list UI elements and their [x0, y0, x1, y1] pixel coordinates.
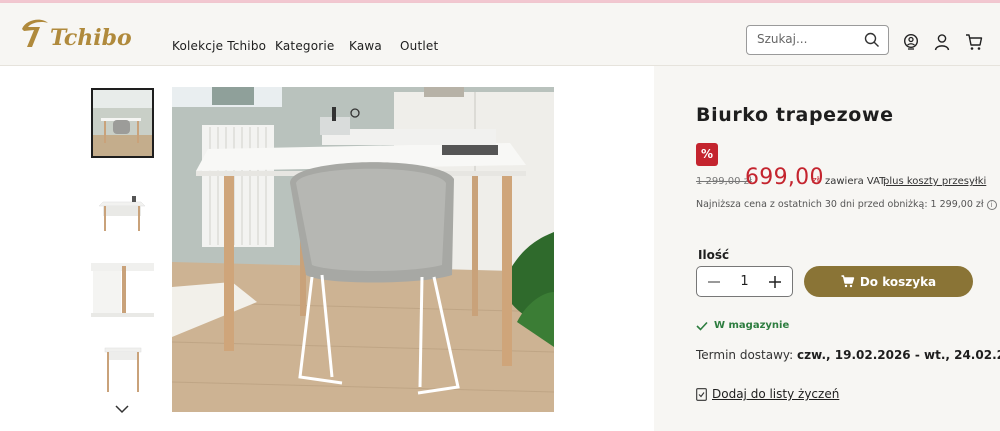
logo-wordmark: Tchibo [50, 25, 132, 51]
lowest-price-text: Najniższa cena z ostatnich 30 dni przed … [696, 199, 984, 210]
account-icon[interactable] [933, 33, 951, 51]
add-to-wishlist-link[interactable]: Dodaj do listy życzeń [696, 387, 839, 401]
thumbnail-2[interactable] [91, 180, 154, 250]
wishlist-label: Dodaj do listy życzeń [712, 387, 840, 401]
nav-item-kolekcje[interactable]: Kolekcje Tchibo [172, 39, 266, 53]
info-icon[interactable]: i [986, 199, 997, 210]
add-to-cart-button[interactable]: Do koszyka [804, 266, 973, 297]
discount-badge: % [696, 143, 718, 166]
tchibo-logo[interactable]: Tchibo [18, 15, 138, 53]
add-to-cart-label: Do koszyka [859, 274, 937, 289]
chevron-down-icon[interactable] [111, 398, 133, 420]
search-input[interactable] [757, 32, 857, 46]
nav-item-outlet[interactable]: Outlet [400, 39, 438, 53]
main-product-image[interactable] [172, 87, 554, 412]
thumbnail-3[interactable] [91, 258, 154, 328]
quantity-label: Ilość [698, 248, 730, 262]
delivery-info: Termin dostawy: czw., 19.02.2026 - wt., … [696, 348, 1000, 362]
product-title: Biurko trapezowe [696, 104, 894, 126]
wishlist-icon [696, 387, 707, 401]
checkmark-icon [696, 321, 708, 331]
stock-status-text: W magazynie [714, 320, 790, 331]
site-header: Tchibo Kolekcje Tchibo Kategorie Kawa Ou… [0, 3, 1000, 66]
shipping-cost-link[interactable]: plus koszty przesyłki [883, 176, 986, 187]
search-box [746, 25, 889, 55]
plus-icon[interactable] [766, 273, 784, 291]
cart-icon[interactable] [965, 33, 983, 51]
vat-text: zawiera VAT [825, 176, 886, 187]
lowest-price-info: Najniższa cena z ostatnich 30 dni przed … [696, 199, 997, 210]
nav-item-kawa[interactable]: Kawa [349, 39, 382, 53]
quantity-stepper: 1 [696, 266, 793, 297]
delivery-label: Termin dostawy: [696, 348, 794, 362]
location-icon[interactable] [902, 33, 920, 51]
old-price: 1 299,00 zł [696, 176, 752, 187]
search-icon[interactable] [864, 32, 880, 48]
new-price-currency: zł [812, 176, 820, 186]
cart-plus-icon [841, 275, 855, 288]
thumbnail-1[interactable] [91, 88, 154, 158]
stock-status: W magazynie [696, 320, 789, 331]
nav-item-kategorie[interactable]: Kategorie [275, 39, 335, 53]
delivery-dates: czw., 19.02.2026 - wt., 24.02.2026 [797, 348, 1000, 362]
